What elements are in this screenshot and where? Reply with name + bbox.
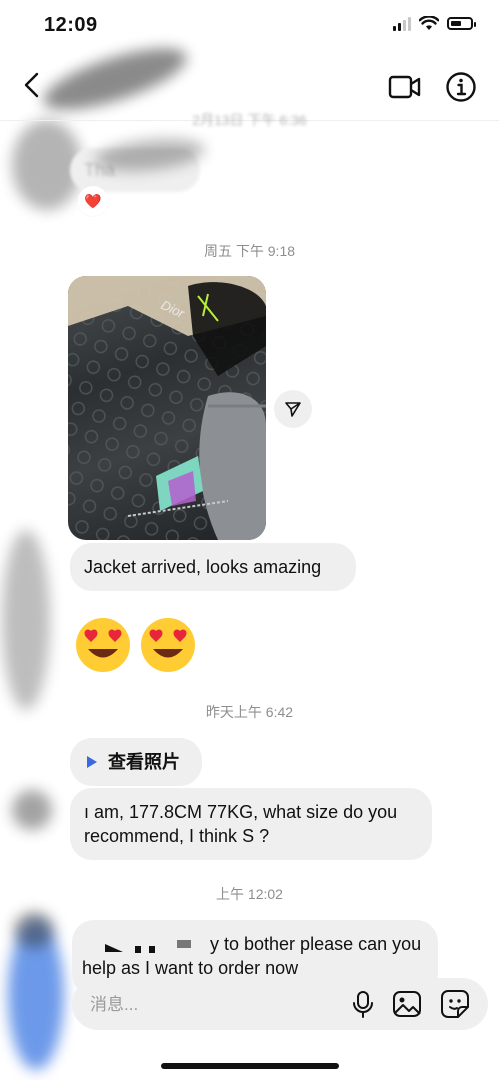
- message-bubble[interactable]: ı am, 177.8CM 77KG, what size do you rec…: [70, 788, 432, 860]
- message-bubble[interactable]: Jacket arrived, looks amazing: [70, 543, 356, 591]
- wifi-icon: [419, 16, 439, 30]
- redacted-text: [105, 940, 195, 954]
- play-icon: [87, 756, 97, 768]
- message-text-line: help as I want to order now: [82, 958, 299, 978]
- video-call-button[interactable]: [388, 72, 422, 102]
- timestamp: 2月13日 下午 6:36: [192, 112, 307, 128]
- heart-reaction[interactable]: ❤️: [80, 188, 106, 214]
- shared-photo[interactable]: Dior: [68, 276, 266, 540]
- timestamp: 上午 12:02: [216, 886, 283, 902]
- sticker-icon[interactable]: [440, 989, 470, 1019]
- redacted-avatar: [12, 790, 52, 830]
- home-indicator[interactable]: [161, 1063, 339, 1069]
- view-photo-label: 查看照片: [108, 752, 180, 772]
- paper-plane-icon: [285, 402, 301, 417]
- battery-icon: [447, 17, 476, 30]
- view-photo-button[interactable]: 查看照片: [70, 738, 202, 786]
- photo-jacket-image: Dior: [68, 276, 266, 540]
- timestamp: 昨天上午 6:42: [205, 704, 294, 720]
- redacted-avatar: [2, 530, 50, 710]
- message-input[interactable]: [88, 990, 332, 1020]
- share-button[interactable]: [274, 390, 312, 428]
- info-button[interactable]: [444, 70, 478, 104]
- status-icons: [393, 16, 476, 31]
- message-text-line: recommend, I think S ?: [84, 826, 270, 846]
- image-icon[interactable]: [392, 989, 422, 1019]
- message-text: Jacket arrived, looks amazing: [84, 557, 322, 577]
- status-time: 12:09: [44, 14, 98, 36]
- message-text-line: ı am, 177.8CM 77KG, what size do you: [84, 802, 398, 822]
- timestamp: 周五 下午 9:18: [203, 243, 296, 259]
- microphone-icon[interactable]: [348, 989, 378, 1019]
- redacted-avatar: [14, 912, 54, 948]
- heart-eyes-emoji[interactable]: [139, 616, 197, 674]
- heart-eyes-emoji[interactable]: [74, 616, 132, 674]
- cellular-signal-icon: [393, 16, 411, 31]
- message-composer: [72, 978, 488, 1030]
